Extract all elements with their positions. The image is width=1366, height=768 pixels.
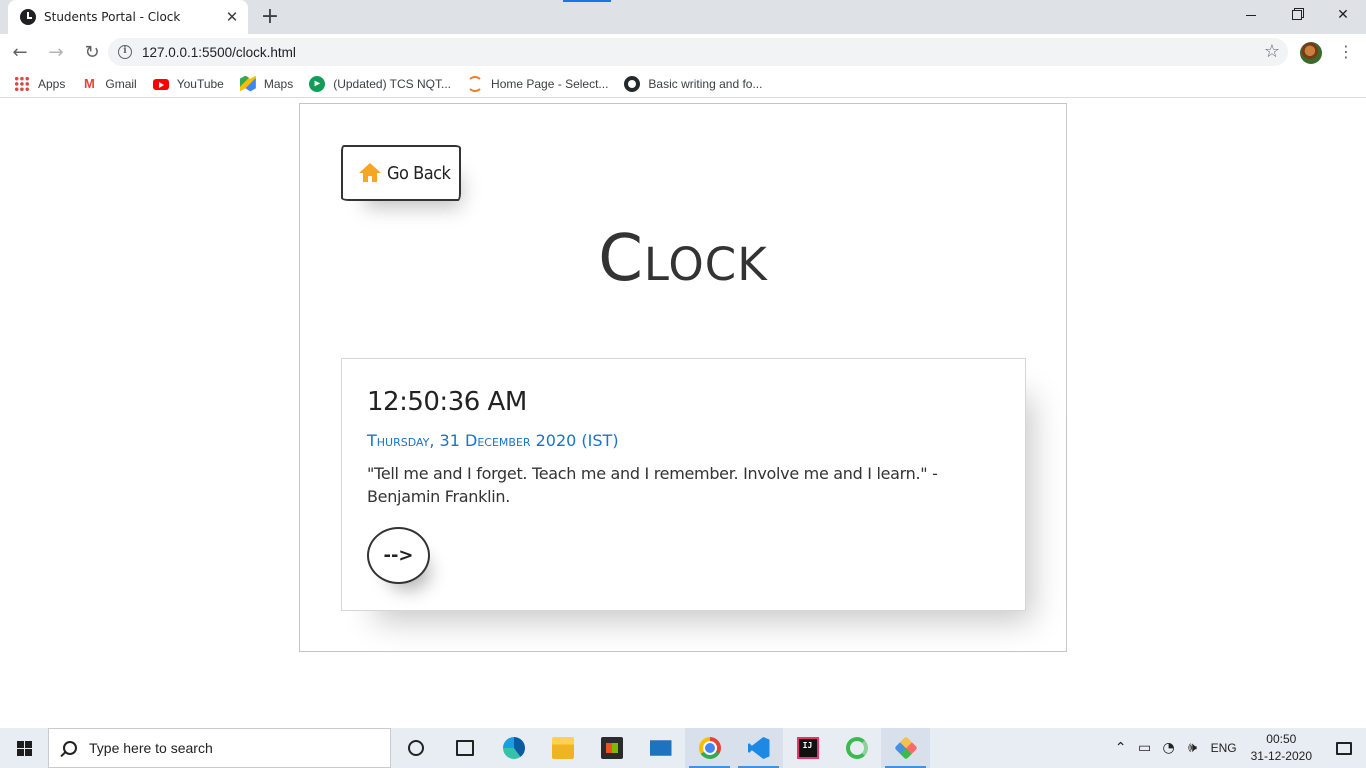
mail-icon (649, 740, 672, 756)
close-window-button[interactable]: ✕ (1320, 0, 1366, 30)
edge-icon (502, 737, 525, 759)
chrome-icon (698, 737, 721, 759)
site-info-icon[interactable]: i (118, 45, 132, 59)
file-explorer-button[interactable] (538, 728, 587, 768)
taskbar-date: 31-12-2020 (1250, 749, 1312, 763)
chrome-button[interactable] (685, 728, 734, 768)
new-tab-button[interactable]: + (258, 6, 282, 30)
youtube-icon (152, 79, 169, 90)
go-back-label: Go Back (387, 162, 451, 184)
bookmark-label: Maps (263, 76, 294, 91)
gmail-icon: M (83, 75, 95, 91)
start-button[interactable] (0, 728, 48, 768)
window-controls: ✕ (1228, 0, 1366, 30)
language-indicator[interactable]: ENG (1211, 741, 1237, 755)
browser-tab[interactable]: Students Portal - Clock ✕ (8, 0, 248, 34)
chevron-up-icon[interactable]: ⌃ (1113, 740, 1129, 756)
bookmark-home-page[interactable]: Home Page - Select... (467, 75, 609, 92)
cortana-icon (407, 740, 424, 756)
page-title: Clock (598, 222, 768, 296)
back-button[interactable]: ← (4, 36, 36, 68)
tcs-icon: ▸ (309, 75, 326, 92)
notification-icon (1336, 741, 1352, 755)
home-page-icon (467, 75, 484, 92)
profile-avatar[interactable] (1300, 42, 1322, 64)
cortana-button[interactable] (391, 728, 440, 768)
go-back-button[interactable]: Go Back (341, 145, 461, 201)
quote-text: "Tell me and I forget. Teach me and I re… (367, 464, 938, 506)
maps-icon (239, 75, 256, 92)
bookmark-label: YouTube (176, 76, 224, 91)
taskbar-apps: IJ (391, 728, 930, 768)
store-icon (600, 737, 623, 759)
windows-logo-icon (17, 741, 24, 748)
github-icon (624, 75, 641, 92)
restore-button[interactable] (1274, 0, 1320, 30)
system-tray: ⌃ ▭ ◔ 🕪 ENG 00:50 31-12-2020 (1109, 728, 1366, 768)
bookmark-tcs[interactable]: ▸ (Updated) TCS NQT... (309, 75, 452, 92)
volume-icon[interactable]: 🕪 (1185, 740, 1201, 756)
task-view-icon (455, 740, 474, 756)
bookmark-github[interactable]: Basic writing and fo... (624, 75, 763, 92)
spinner-app-icon (845, 737, 868, 759)
wifi-icon[interactable]: ◔ (1161, 740, 1177, 756)
vscode-button[interactable] (734, 728, 783, 768)
clock-favicon-icon (20, 9, 36, 25)
bookmark-star-icon[interactable]: ☆ (1264, 42, 1280, 62)
spinner-app-button[interactable] (832, 728, 881, 768)
browser-tab-strip: Students Portal - Clock ✕ + ✕ (0, 0, 1366, 34)
mail-button[interactable] (636, 728, 685, 768)
gitkraken-button[interactable] (881, 728, 930, 768)
bookmark-label: Gmail (105, 76, 137, 91)
notification-button[interactable] (1322, 728, 1366, 768)
tab-loading-indicator (563, 0, 611, 2)
page-viewport: Go Back Clock 12:50:36 AM Thursday, 31 D… (0, 103, 1366, 728)
battery-icon[interactable]: ▭ (1137, 740, 1153, 756)
task-view-button[interactable] (440, 728, 489, 768)
intellij-button[interactable]: IJ (783, 728, 832, 768)
bookmark-apps[interactable]: Apps (14, 75, 66, 92)
tab-close-icon[interactable]: ✕ (224, 9, 240, 25)
edge-button[interactable] (489, 728, 538, 768)
bookmarks-bar: Apps M Gmail YouTube Maps ▸ (Updated) TC… (0, 70, 1366, 98)
browser-menu-icon[interactable]: ⋮ (1338, 42, 1354, 62)
bookmark-label: (Updated) TCS NQT... (333, 76, 452, 91)
forward-button[interactable]: → (40, 36, 72, 68)
bookmark-youtube[interactable]: YouTube (152, 76, 224, 91)
url-text[interactable]: 127.0.0.1:5500/clock.html (142, 45, 296, 60)
taskbar-search-box[interactable]: Type here to search (48, 728, 391, 768)
apps-grid-icon (14, 75, 30, 92)
tab-title: Students Portal - Clock (44, 10, 181, 24)
file-explorer-icon (551, 737, 574, 759)
bookmark-maps[interactable]: Maps (239, 75, 294, 92)
search-placeholder: Type here to search (89, 740, 213, 756)
browser-toolbar: ← → ↻ i 127.0.0.1:5500/clock.html ☆ ⋮ (0, 34, 1366, 70)
intellij-icon: IJ (796, 737, 819, 759)
minimize-button[interactable] (1228, 0, 1274, 30)
clock-card: 12:50:36 AM Thursday, 31 December 2020 (… (341, 358, 1026, 611)
bookmark-label: Home Page - Select... (491, 76, 609, 91)
address-bar[interactable]: i 127.0.0.1:5500/clock.html ☆ (108, 38, 1288, 66)
bookmark-gmail[interactable]: M Gmail (81, 75, 137, 92)
time-display: 12:50:36 AM (367, 387, 527, 417)
reload-button[interactable]: ↻ (76, 36, 108, 68)
main-container: Go Back Clock 12:50:36 AM Thursday, 31 D… (299, 103, 1067, 652)
bookmark-label: Apps (38, 76, 66, 91)
date-display: Thursday, 31 December 2020 (IST) (367, 431, 619, 450)
search-icon (63, 741, 77, 755)
next-arrow-button[interactable]: --> (367, 527, 430, 584)
taskbar-time: 00:50 (1266, 732, 1297, 746)
home-icon (359, 163, 381, 183)
vscode-icon (747, 737, 770, 759)
taskbar-clock[interactable]: 00:50 31-12-2020 (1251, 731, 1312, 765)
gitkraken-icon (893, 736, 918, 760)
windows-taskbar: Type here to search IJ ⌃ ▭ ◔ 🕪 ENG 00:50… (0, 728, 1366, 768)
bookmark-label: Basic writing and fo... (648, 76, 763, 91)
store-button[interactable] (587, 728, 636, 768)
